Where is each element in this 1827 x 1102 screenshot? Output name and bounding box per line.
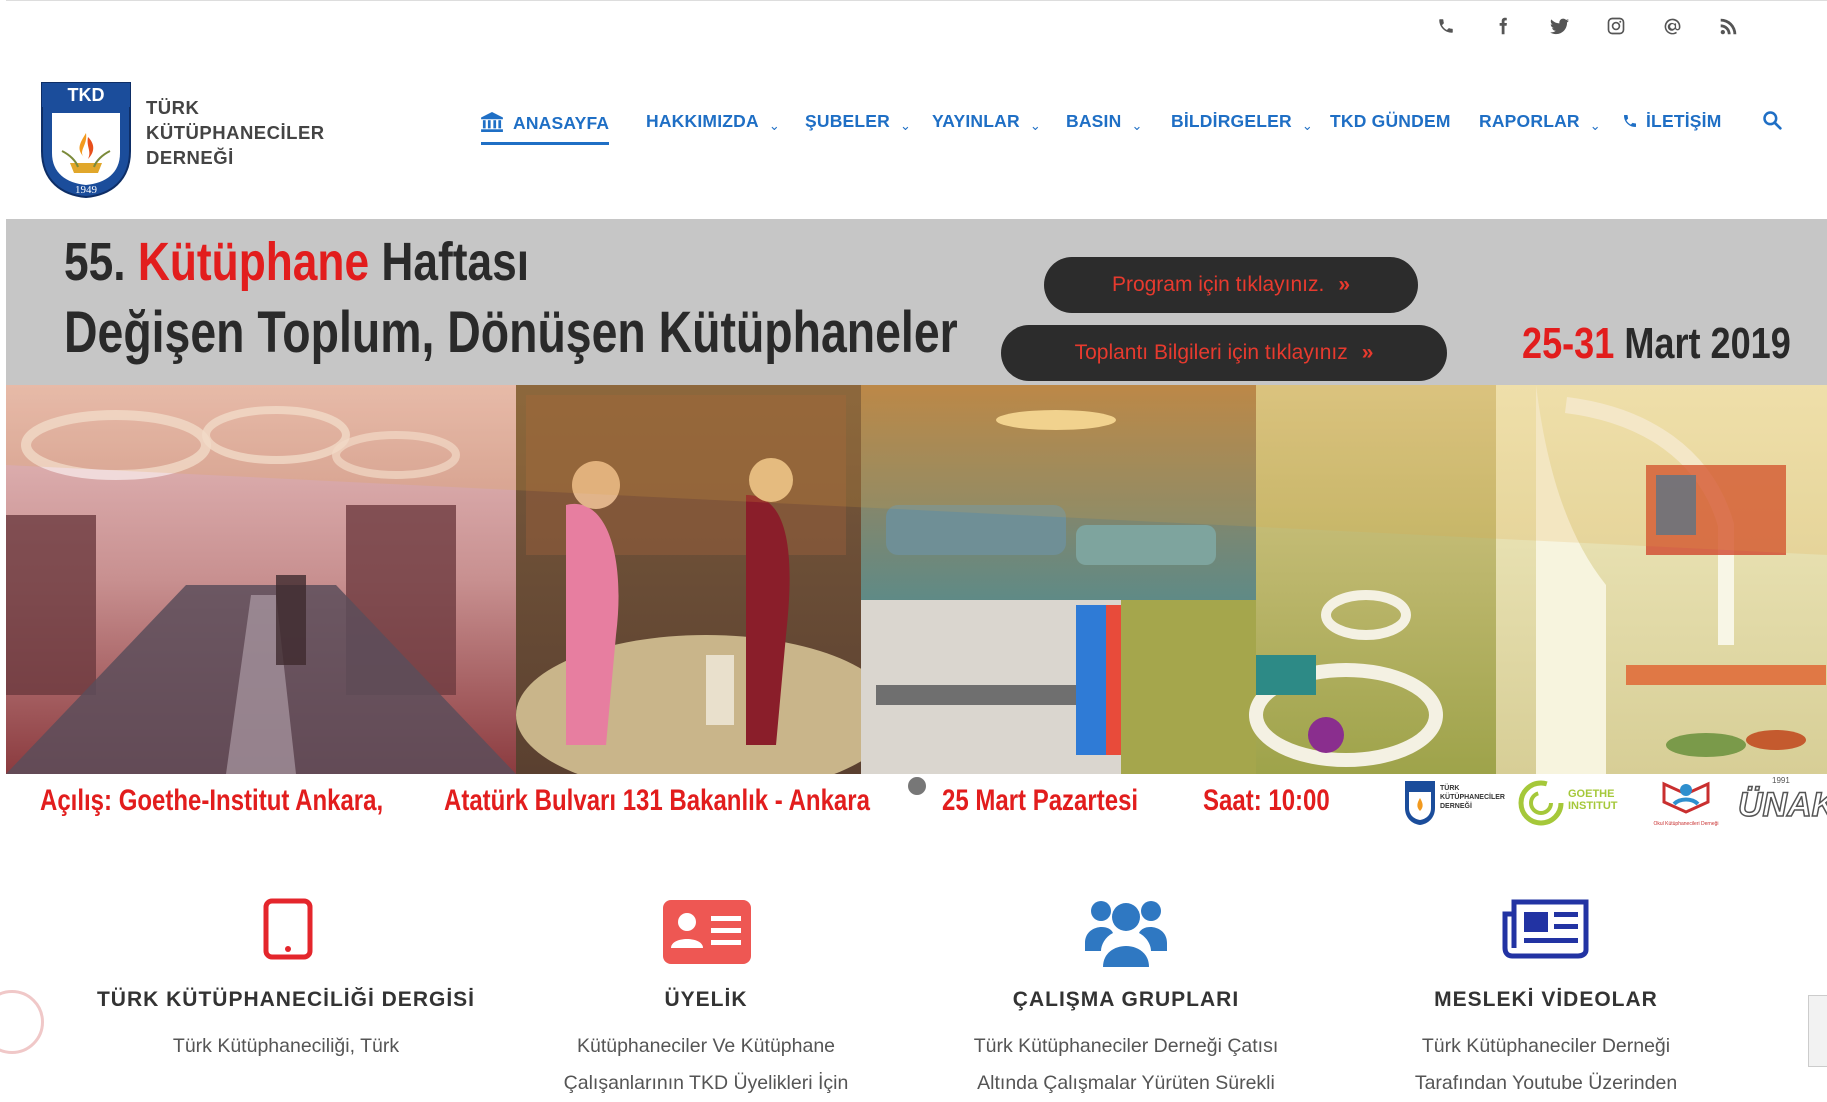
phone-icon bbox=[1624, 115, 1636, 127]
side-scroll-tab[interactable] bbox=[1808, 995, 1827, 1067]
banner-title: 55. Kütüphane Haftası bbox=[64, 231, 529, 293]
bank-icon bbox=[481, 112, 503, 132]
feature-description: Türk Kütüphaneciler Derneği Çatısı Altın… bbox=[973, 1035, 1279, 1094]
nav-label-basin: BASIN bbox=[1066, 111, 1122, 131]
banner-date-range: 25-31 bbox=[1522, 319, 1615, 368]
banner-subtitle: Değişen Toplum, Dönüşen Kütüphaneler bbox=[64, 300, 958, 365]
nav-item-basin[interactable]: BASIN ⌄ bbox=[1066, 111, 1143, 134]
feature-dergi[interactable]: TÜRK KÜTÜPHANECİLİĞİ DERGİSİ Türk Kütüph… bbox=[96, 890, 476, 1065]
logo-year: 1949 bbox=[75, 184, 98, 196]
feature-description: Kütüphaneciler Ve Kütüphane Çalışanların… bbox=[563, 1035, 849, 1094]
chevron-down-icon: ⌄ bbox=[1029, 119, 1041, 134]
nav-item-yayinlar[interactable]: YAYINLAR ⌄ bbox=[932, 111, 1041, 134]
twitter-icon[interactable] bbox=[1547, 17, 1571, 41]
site-name-line2: KÜTÜPHANECİLER bbox=[146, 122, 325, 143]
feature-calisma-gruplari[interactable]: ÇALIŞMA GRUPLARI Türk Kütüphaneciler Der… bbox=[936, 890, 1316, 1102]
nav-item-bildirgeler[interactable]: BİLDİRGELER ⌄ bbox=[1171, 111, 1313, 134]
library-photo-collage bbox=[6, 385, 1827, 774]
partner-logo-unak: 1991 ÜNAK bbox=[1734, 776, 1827, 832]
banner-header: 55. Kütüphane Haftası Değişen Toplum, Dö… bbox=[6, 219, 1827, 385]
double-chevron-right-icon: » bbox=[1361, 341, 1374, 364]
logo-abbr: TKD bbox=[68, 85, 105, 105]
partner-okul-name: Okul Kütüphanecileri Derneği bbox=[1653, 821, 1719, 827]
nav-item-subeler[interactable]: ŞUBELER ⌄ bbox=[805, 111, 912, 134]
partner-tkd-name: TÜRK KÜTÜPHANECİLER DERNEĞİ bbox=[1440, 785, 1505, 810]
nav-label-bildirgeler: BİLDİRGELER bbox=[1171, 111, 1292, 131]
instagram-icon[interactable] bbox=[1604, 17, 1628, 41]
event-day: 25 Mart Pazartesi bbox=[942, 784, 1139, 817]
nav-item-raporlar[interactable]: RAPORLAR ⌄ bbox=[1479, 111, 1601, 134]
event-opening: Açılış: Goethe-Institut Ankara, bbox=[40, 784, 384, 817]
chevron-down-icon: ⌄ bbox=[900, 119, 912, 134]
hero-banner[interactable]: 55. Kütüphane Haftası Değişen Toplum, Dö… bbox=[6, 219, 1827, 774]
site-name-line3: DERNEĞİ bbox=[146, 147, 234, 168]
accessibility-badge[interactable] bbox=[0, 990, 44, 1054]
double-chevron-right-icon: » bbox=[1338, 273, 1351, 296]
nav-label-tkd-gundem: TKD GÜNDEM bbox=[1330, 111, 1451, 131]
meeting-info-button-label: Toplantı Bilgileri için tıklayınız bbox=[1074, 341, 1348, 364]
program-button[interactable]: Program için tıklayınız. » bbox=[1044, 257, 1418, 313]
site-name[interactable]: TÜRK KÜTÜPHANECİLER DERNEĞİ bbox=[146, 95, 325, 170]
meeting-info-button[interactable]: Toplantı Bilgileri için tıklayınız » bbox=[1001, 325, 1447, 381]
feature-description: Türk Kütüphaneciler Derneği Tarafından Y… bbox=[1414, 1035, 1678, 1094]
nav-item-anasayfa[interactable]: ANASAYFA bbox=[481, 109, 610, 145]
tkd-logo[interactable]: TKD 1949 bbox=[40, 81, 132, 204]
feature-description: Türk Kütüphaneciliği, Türk bbox=[172, 1035, 400, 1057]
site-header: TKD 1949 TÜRK KÜTÜPHANECİLER DERNEĞİ bbox=[6, 59, 1827, 219]
feature-mesleki-videolar[interactable]: MESLEKİ VİDEOLAR Türk Kütüphaneciler Der… bbox=[1356, 890, 1736, 1102]
nav-label-iletisim: İLETİŞİM bbox=[1646, 111, 1722, 131]
rss-icon[interactable] bbox=[1716, 17, 1740, 41]
nav-item-hakkimizda[interactable]: HAKKIMIZDA ⌄ bbox=[646, 111, 780, 134]
event-address: Atatürk Bulvarı 131 Bakanlık - Ankara bbox=[444, 784, 870, 817]
nav-label-subeler: ŞUBELER bbox=[805, 111, 891, 131]
event-time: Saat: 10:00 bbox=[1203, 784, 1330, 817]
nav-label-yayinlar: YAYINLAR bbox=[932, 111, 1020, 131]
facebook-icon[interactable] bbox=[1491, 17, 1515, 41]
banner-title-prefix: 55. bbox=[64, 232, 126, 292]
chevron-down-icon: ⌄ bbox=[1131, 119, 1143, 134]
banner-date: 25-31 Mart 2019 bbox=[1522, 319, 1791, 369]
program-button-label: Program için tıklayınız. bbox=[1111, 273, 1325, 296]
chevron-down-icon: ⌄ bbox=[1589, 119, 1601, 134]
banner-title-suffix: Haftası bbox=[381, 232, 530, 292]
feature-uyelik[interactable]: ÜYELİK Kütüphaneciler Ve Kütüphane Çalış… bbox=[516, 890, 896, 1102]
feature-title: ÇALIŞMA GRUPLARI bbox=[1012, 988, 1240, 1011]
banner-date-month: Mart 2019 bbox=[1624, 319, 1791, 368]
partner-unak-name: ÜNAK bbox=[1737, 785, 1827, 825]
partner-logo-goethe: GOETHE INSTITUT bbox=[1518, 778, 1628, 828]
slider-dot[interactable] bbox=[906, 775, 928, 797]
partner-goethe-line1: GOETHE bbox=[1568, 788, 1615, 800]
chevron-down-icon: ⌄ bbox=[768, 119, 780, 134]
chevron-down-icon: ⌄ bbox=[1301, 119, 1313, 134]
partner-unak-year: 1991 bbox=[1772, 776, 1790, 785]
nav-item-iletisim[interactable]: İLETİŞİM bbox=[1622, 111, 1722, 132]
partner-goethe-line2: INSTITUT bbox=[1568, 800, 1618, 812]
nav-label-anasayfa: ANASAYFA bbox=[513, 113, 610, 133]
nav-label-hakkimizda: HAKKIMIZDA bbox=[646, 111, 759, 131]
feature-title: TÜRK KÜTÜPHANECİLİĞİ DERGİSİ bbox=[96, 988, 475, 1011]
partner-logo-tkd: TÜRK KÜTÜPHANECİLER DERNEĞİ bbox=[1404, 778, 1505, 828]
search-icon[interactable] bbox=[1762, 110, 1784, 132]
feature-title: ÜYELİK bbox=[664, 988, 748, 1011]
phone-icon[interactable] bbox=[1434, 17, 1458, 41]
nav-label-raporlar: RAPORLAR bbox=[1479, 111, 1580, 131]
partner-logo-okul: Okul Kütüphanecileri Derneği bbox=[1646, 778, 1726, 834]
feature-title: MESLEKİ VİDEOLAR bbox=[1434, 988, 1658, 1011]
site-name-line1: TÜRK bbox=[146, 97, 200, 118]
banner-title-highlight: Kütüphane bbox=[137, 232, 370, 292]
at-icon[interactable] bbox=[1660, 17, 1684, 41]
nav-item-tkd-gundem[interactable]: TKD GÜNDEM bbox=[1330, 111, 1451, 132]
